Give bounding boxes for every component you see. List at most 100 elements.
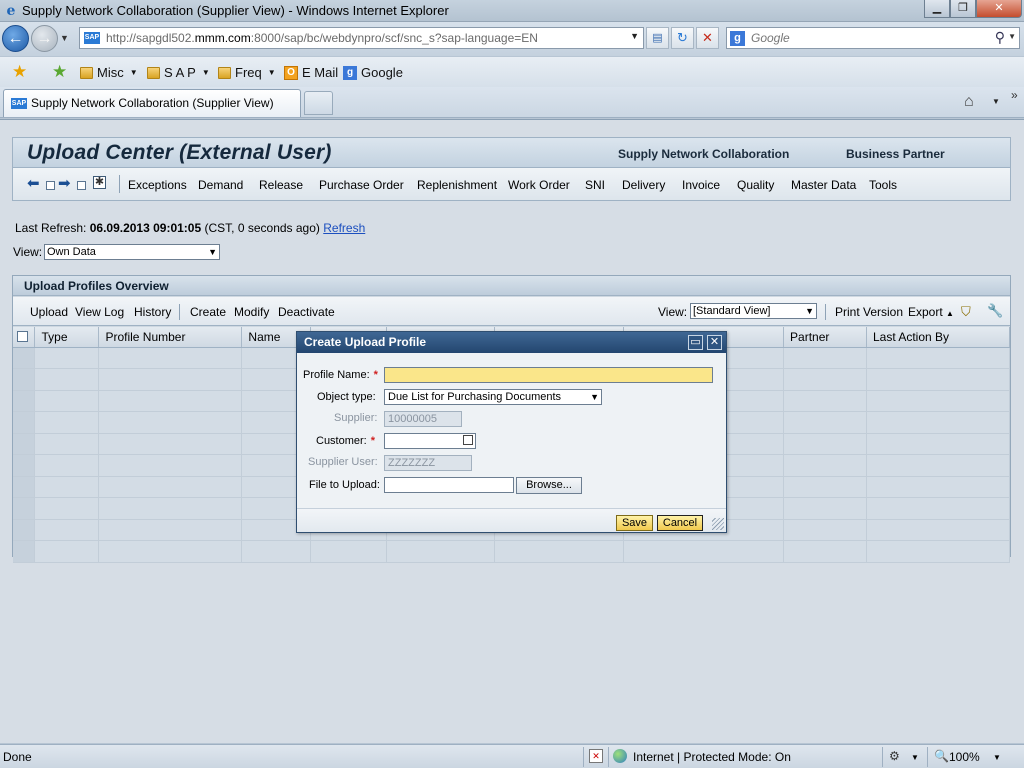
row-selector[interactable] xyxy=(13,476,36,498)
deactivate-button[interactable]: Deactivate xyxy=(278,305,335,319)
stop-icon[interactable]: ✕ xyxy=(696,27,719,49)
dialog-close-button[interactable]: ✕ xyxy=(707,335,722,350)
browse-button[interactable]: Browse... xyxy=(516,477,582,494)
forward-button[interactable]: → xyxy=(31,25,58,52)
search-box[interactable]: g Google ⚲ ▼ xyxy=(726,27,1020,49)
column-last-action-by[interactable]: Last Action By xyxy=(866,327,1011,348)
print-version-button[interactable]: Print Version xyxy=(835,305,903,319)
menu-purchase-order[interactable]: Purchase Order xyxy=(319,178,404,192)
create-button[interactable]: Create xyxy=(190,305,226,319)
column-type[interactable]: Type xyxy=(34,327,100,348)
select-all-header[interactable] xyxy=(13,327,36,348)
menu-demand[interactable]: Demand xyxy=(198,178,243,192)
file-to-upload-input[interactable] xyxy=(384,477,514,493)
address-dropdown-icon[interactable]: ▼ xyxy=(630,31,639,41)
nav-back-icon[interactable]: ⬅ xyxy=(27,176,40,191)
row-selector[interactable] xyxy=(13,411,36,434)
window-titlebar: e Supply Network Collaboration (Supplier… xyxy=(0,0,1024,22)
row-selector[interactable] xyxy=(13,454,36,477)
favorite-folder-misc[interactable]: Misc ▼ xyxy=(80,65,138,80)
upload-button[interactable]: Upload xyxy=(30,305,68,319)
filter-icon[interactable]: ⛉ xyxy=(961,304,971,320)
more-commands-icon[interactable]: » xyxy=(1011,88,1018,102)
favorites-star-icon[interactable]: ★ xyxy=(12,63,27,80)
business-partner-label: Business Partner xyxy=(846,147,945,161)
menu-sni[interactable]: SNI xyxy=(585,178,605,192)
favorite-folder-sap[interactable]: S A P ▼ xyxy=(147,65,210,80)
menu-master-data[interactable]: Master Data xyxy=(791,178,856,192)
favorite-email[interactable]: OE Mail xyxy=(284,65,338,80)
minimize-button[interactable]: ▁ xyxy=(924,0,950,18)
chevron-down-icon[interactable]: ▼ xyxy=(208,245,217,259)
popup-blocked-icon[interactable]: ✕ xyxy=(589,749,603,763)
column-profile-number[interactable]: Profile Number xyxy=(98,327,243,348)
chevron-down-icon[interactable]: ▼ xyxy=(805,304,814,318)
object-type-select[interactable]: Due List for Purchasing Documents ▼ xyxy=(384,389,602,405)
search-icon[interactable]: ⚲ xyxy=(995,29,1005,46)
menu-quality[interactable]: Quality xyxy=(737,178,774,192)
address-bar[interactable]: SAP http://sapgdl502.mmm.com:8000/sap/bc… xyxy=(79,27,644,49)
close-button[interactable]: ✕ xyxy=(976,0,1022,18)
refresh-icon[interactable]: ↻ xyxy=(671,27,694,49)
object-type-value: Due List for Purchasing Documents xyxy=(388,391,562,403)
resize-grip-icon[interactable] xyxy=(712,518,724,530)
tab-supply-network-collaboration[interactable]: SAP Supply Network Collaboration (Suppli… xyxy=(3,89,301,117)
save-button[interactable]: Save xyxy=(616,515,653,531)
menu-release[interactable]: Release xyxy=(259,178,303,192)
nav-history-forward-icon[interactable] xyxy=(77,181,86,190)
home-dropdown-icon[interactable]: ▼ xyxy=(992,97,1000,106)
column-partner[interactable]: Partner xyxy=(783,327,867,348)
settings-wrench-icon[interactable]: 🔧 xyxy=(987,303,1003,319)
menu-replenishment[interactable]: Replenishment xyxy=(417,178,497,192)
security-zone-text[interactable]: Internet | Protected Mode: On xyxy=(633,750,791,764)
history-button[interactable]: History xyxy=(134,305,171,319)
search-dropdown-icon[interactable]: ▼ xyxy=(1008,32,1016,41)
customer-input[interactable] xyxy=(384,433,476,449)
menu-delivery[interactable]: Delivery xyxy=(622,178,665,192)
menu-overview-icon[interactable]: ✱ xyxy=(93,176,106,189)
cancel-button[interactable]: Cancel xyxy=(657,515,703,531)
view-select[interactable]: Own Data ▼ xyxy=(44,244,220,260)
protected-mode-icon[interactable]: ⚙ xyxy=(889,749,900,763)
modify-button[interactable]: Modify xyxy=(234,305,269,319)
profile-name-input[interactable] xyxy=(384,367,713,383)
add-favorite-icon[interactable]: ★ xyxy=(52,63,67,80)
zoom-icon[interactable]: 🔍 xyxy=(934,749,949,763)
nav-history-icon[interactable] xyxy=(46,181,55,190)
row-selector[interactable] xyxy=(13,368,36,391)
zoom-level[interactable]: 100% xyxy=(949,750,980,764)
select-all-icon[interactable] xyxy=(17,330,28,342)
home-icon[interactable]: ⌂ xyxy=(964,93,974,111)
new-tab-button[interactable] xyxy=(304,91,333,115)
value-help-icon[interactable] xyxy=(463,435,473,445)
menu-invoice[interactable]: Invoice xyxy=(682,178,720,192)
address-url[interactable]: http://sapgdl502.mmm.com:8000/sap/bc/web… xyxy=(106,31,538,45)
standard-view-select[interactable]: [Standard View] ▼ xyxy=(690,303,817,319)
maximize-button[interactable]: ❐ xyxy=(950,0,976,18)
row-selector[interactable] xyxy=(13,497,36,520)
recent-pages-dropdown[interactable]: ▼ xyxy=(60,33,69,43)
chevron-down-icon[interactable]: ▼ xyxy=(590,390,599,404)
chevron-down-icon[interactable]: ▼ xyxy=(911,753,919,762)
menu-exceptions[interactable]: Exceptions xyxy=(128,178,187,192)
row-selector[interactable] xyxy=(13,347,36,369)
row-selector[interactable] xyxy=(13,540,36,563)
back-button[interactable]: ← xyxy=(2,25,29,52)
favorite-folder-freq[interactable]: Freq ▼ xyxy=(218,65,276,80)
row-selector[interactable] xyxy=(13,433,36,455)
overview-toolbar: Upload View Log History Create Modify De… xyxy=(13,297,1010,326)
refresh-link[interactable]: Refresh xyxy=(323,221,365,235)
favorite-google[interactable]: g Google xyxy=(343,65,403,80)
row-selector[interactable] xyxy=(13,390,36,412)
nav-forward-icon[interactable]: ➡ xyxy=(58,176,71,191)
menu-work-order[interactable]: Work Order xyxy=(508,178,570,192)
export-button[interactable]: Export ▲ xyxy=(908,305,954,319)
dialog-titlebar[interactable]: Create Upload Profile ▭ ✕ xyxy=(297,332,726,353)
view-log-button[interactable]: View Log xyxy=(75,305,124,319)
search-input[interactable]: Google xyxy=(751,31,790,45)
row-selector[interactable] xyxy=(13,519,36,541)
compatibility-view-icon[interactable]: ▤ xyxy=(646,27,669,49)
zoom-dropdown-icon[interactable]: ▼ xyxy=(993,753,1001,762)
dialog-maximize-button[interactable]: ▭ xyxy=(688,335,703,350)
menu-tools[interactable]: Tools xyxy=(869,178,897,192)
